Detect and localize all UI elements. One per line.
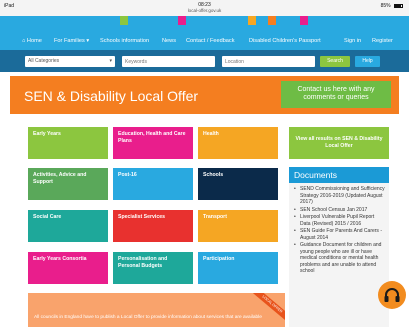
document-link[interactable]: SEN School Census Jan 2017	[294, 207, 386, 214]
status-bar: iPad 08:23 local-offer.gov.uk 85%	[0, 0, 409, 16]
documents-panel: Documents SEND Commissioning and Suffici…	[289, 167, 389, 327]
tile-schools[interactable]: Schools	[198, 168, 278, 200]
keywords-input[interactable]	[122, 56, 215, 67]
tile-post-16[interactable]: Post-16	[113, 168, 193, 200]
nav-register[interactable]: Register	[372, 38, 393, 44]
nav-disabled-childrens-passport[interactable]: Disabled Children's Passport	[249, 38, 321, 44]
battery-percent: 85%	[380, 3, 391, 9]
accessibility-button[interactable]	[378, 281, 406, 309]
tile-specialist-services[interactable]: Specialist Services	[113, 210, 193, 242]
page-title: SEN & Disability Local Offer	[24, 88, 199, 104]
tile-education-health-care-plans[interactable]: Education, Health and Care Plans	[113, 127, 193, 159]
headphones-icon	[384, 288, 400, 302]
battery-indicator: 85%	[381, 3, 403, 9]
local-offer-panel: LOCAL OFFER All councils in England have…	[28, 293, 285, 327]
chevron-down-icon: ▾	[109, 58, 112, 64]
document-link[interactable]: SEND Commissioning and Sufficiency Strat…	[294, 186, 386, 206]
category-select-value: All Categories	[28, 58, 60, 64]
help-button[interactable]: Help	[355, 56, 380, 67]
documents-list: SEND Commissioning and Sufficiency Strat…	[294, 186, 386, 276]
tile-transport[interactable]: Transport	[198, 210, 278, 242]
header-decoration	[248, 16, 256, 25]
nav-news[interactable]: News	[162, 38, 176, 44]
tile-health[interactable]: Health	[198, 127, 278, 159]
tile-social-care[interactable]: Social Care	[28, 210, 108, 242]
local-offer-text: All councils in England have to publish …	[34, 315, 262, 320]
address-bar[interactable]: 08:23 local-offer.gov.uk	[0, 2, 409, 14]
header-decoration	[178, 16, 186, 25]
title-banner: SEN & Disability Local Offer Contact us …	[10, 76, 399, 114]
main-nav: ⌂ Home For Families ▾ Schools informatio…	[0, 38, 409, 48]
battery-icon	[394, 3, 403, 8]
nav-schools-information[interactable]: Schools information	[100, 38, 149, 44]
page-url[interactable]: local-offer.gov.uk	[0, 8, 409, 14]
search-bar: All Categories ▾ Search Help	[0, 50, 409, 72]
site-header: ⌂ Home For Families ▾ Schools informatio…	[0, 16, 409, 50]
tile-activities-advice-support[interactable]: Activities, Advice and Support	[28, 168, 108, 200]
header-decoration	[120, 16, 128, 25]
tile-early-years[interactable]: Early Years	[28, 127, 108, 159]
nav-for-families[interactable]: For Families ▾	[54, 38, 89, 44]
tile-early-years-consortia[interactable]: Early Years Consortia	[28, 252, 108, 284]
tile-participation[interactable]: Participation	[198, 252, 278, 284]
header-decoration	[300, 16, 308, 25]
header-decoration	[268, 16, 276, 25]
search-button[interactable]: Search	[320, 56, 350, 67]
contact-us-button[interactable]: Contact us here with any comments or que…	[281, 81, 391, 108]
location-input[interactable]	[222, 56, 315, 67]
document-link[interactable]: SEN Guide For Parents And Carers - Augus…	[294, 228, 386, 241]
tile-personalisation-personal-budgets[interactable]: Personalisation and Personal Budgets	[113, 252, 193, 284]
nav-home[interactable]: ⌂ Home	[22, 38, 42, 44]
nav-contact-feedback[interactable]: Contact / Feedback	[186, 38, 235, 44]
document-link[interactable]: Liverpool Vulnerable Pupil Report Data (…	[294, 214, 386, 227]
view-all-results-button[interactable]: View all results on SEN & Disability Loc…	[289, 127, 389, 159]
nav-sign-in[interactable]: Sign in	[344, 38, 361, 44]
category-select[interactable]: All Categories ▾	[25, 56, 115, 67]
documents-heading: Documents	[289, 167, 389, 183]
document-link[interactable]: Guidance Document for children and young…	[294, 242, 386, 275]
